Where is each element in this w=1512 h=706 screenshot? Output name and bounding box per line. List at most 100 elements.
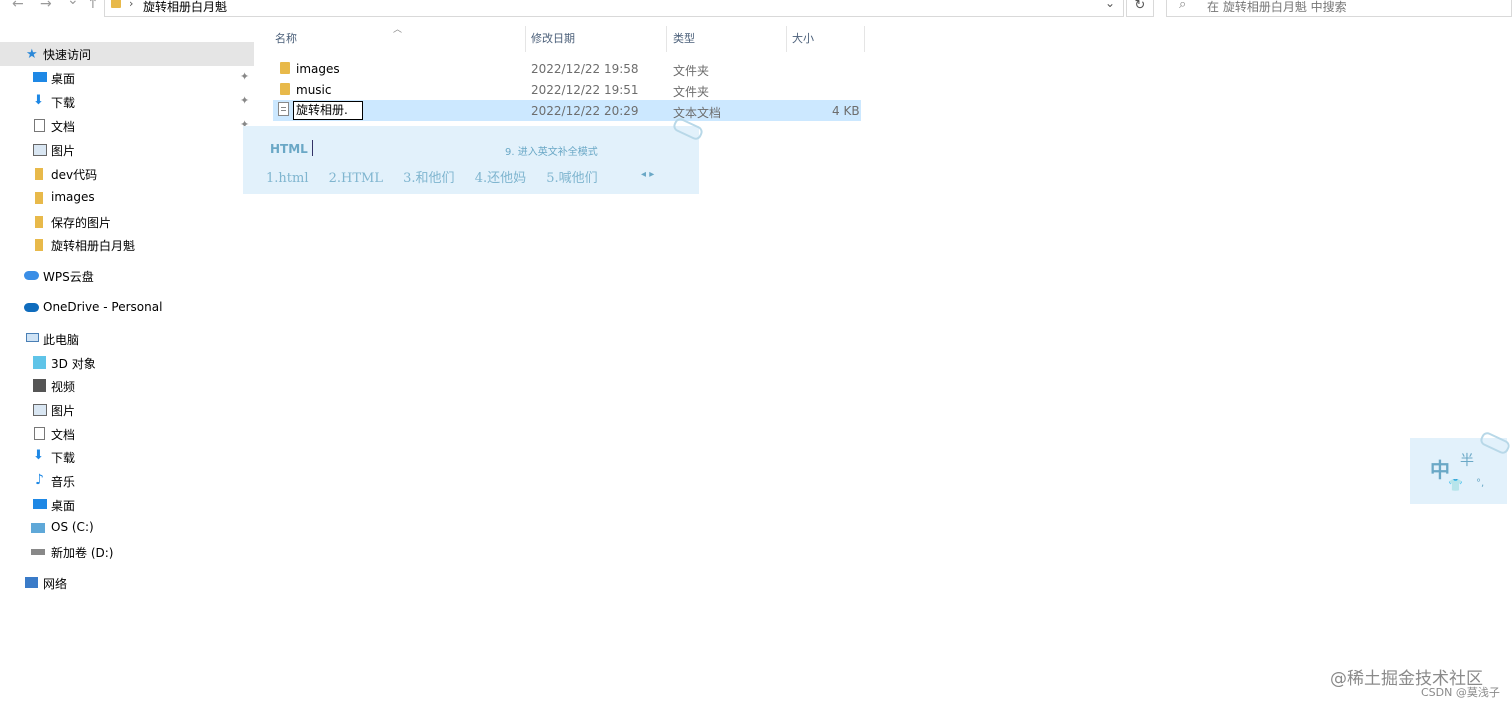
file-row-selected[interactable]: 旋转相册. 2022/12/22 20:29 文本文档 4 KB bbox=[273, 100, 861, 121]
ime-chinese-mode[interactable]: 中 bbox=[1430, 454, 1450, 483]
column-divider[interactable] bbox=[786, 26, 787, 52]
forward-button[interactable]: → bbox=[40, 0, 52, 12]
nav-music[interactable]: ♪ 音乐 bbox=[0, 469, 254, 493]
ime-skin-icon[interactable]: 👕 bbox=[1448, 478, 1463, 492]
nav-item-album[interactable]: 旋转相册白月魁 bbox=[0, 233, 254, 257]
nav-item-pictures[interactable]: 图片 bbox=[0, 138, 254, 162]
column-header-name[interactable]: 名称 bbox=[275, 30, 297, 46]
nav-3d-objects[interactable]: 3D 对象 bbox=[0, 351, 254, 375]
column-divider[interactable] bbox=[864, 26, 865, 52]
up-button[interactable]: ↑ bbox=[87, 0, 99, 12]
ime-page-arrows-icon[interactable]: ◂ ▸ bbox=[641, 169, 654, 180]
nav-item-label: 新加卷 (D:) bbox=[51, 546, 114, 560]
nav-downloads[interactable]: ⬇ 下载 bbox=[0, 445, 254, 469]
nav-documents[interactable]: 文档 bbox=[0, 422, 254, 446]
nav-item-label: dev代码 bbox=[51, 168, 98, 182]
documents-icon bbox=[34, 427, 45, 440]
file-size: 4 KB bbox=[832, 104, 860, 118]
column-header-type[interactable]: 类型 bbox=[673, 30, 695, 46]
nav-drive-d[interactable]: 新加卷 (D:) bbox=[0, 540, 254, 564]
documents-icon bbox=[34, 119, 45, 132]
drive-d-icon bbox=[31, 549, 45, 555]
file-name: images bbox=[296, 62, 340, 76]
nav-pictures[interactable]: 图片 bbox=[0, 398, 254, 422]
recent-locations-button[interactable]: ⌄ bbox=[67, 0, 79, 8]
search-icon: ⌕ bbox=[1179, 0, 1187, 12]
nav-item-label: 图片 bbox=[51, 144, 76, 158]
music-icon: ♪ bbox=[35, 472, 44, 488]
folder-icon bbox=[35, 216, 43, 228]
breadcrumb-separator[interactable]: › bbox=[129, 0, 133, 10]
file-date: 2022/12/22 19:58 bbox=[531, 62, 639, 76]
ime-hint: 9. 进入英文补全模式 bbox=[505, 147, 598, 158]
pictures-icon bbox=[33, 144, 47, 156]
nav-drive-c[interactable]: OS (C:) bbox=[0, 516, 254, 540]
nav-item-dev[interactable]: dev代码 bbox=[0, 162, 254, 186]
pin-icon: ✦ bbox=[240, 70, 250, 83]
nav-wps-label: WPS云盘 bbox=[43, 270, 94, 284]
ime-half-width[interactable]: 半 bbox=[1460, 450, 1474, 470]
nav-item-images[interactable]: images bbox=[0, 186, 254, 210]
column-header-date[interactable]: 修改日期 bbox=[531, 30, 575, 46]
nav-item-label: OS (C:) bbox=[51, 520, 94, 534]
download-icon: ⬇ bbox=[33, 448, 44, 463]
ime-candidate[interactable]: 3.和他们 bbox=[403, 171, 454, 186]
network-icon bbox=[25, 577, 38, 588]
nav-wps-cloud[interactable]: WPS云盘 bbox=[0, 264, 254, 288]
nav-item-downloads[interactable]: ⬇ 下载 ✦ bbox=[0, 90, 254, 114]
address-bar[interactable]: › 旋转相册白月魁 ⌄ bbox=[104, 0, 1124, 17]
3d-objects-icon bbox=[33, 356, 46, 369]
nav-item-saved-pictures[interactable]: 保存的图片 bbox=[0, 210, 254, 234]
ime-candidate[interactable]: 1.html bbox=[266, 171, 309, 186]
desktop-icon bbox=[33, 72, 47, 82]
back-button[interactable]: ← bbox=[12, 0, 24, 12]
folder-icon bbox=[35, 239, 43, 251]
star-icon: ★ bbox=[26, 47, 38, 62]
column-divider[interactable] bbox=[525, 26, 526, 52]
rename-input[interactable]: 旋转相册. bbox=[293, 101, 363, 120]
nav-network-label: 网络 bbox=[43, 577, 68, 591]
ime-candidate[interactable]: 2.HTML bbox=[329, 171, 383, 186]
nav-item-label: 文档 bbox=[51, 120, 76, 134]
file-date: 2022/12/22 20:29 bbox=[531, 104, 639, 118]
nav-this-pc[interactable]: 此电脑 bbox=[0, 327, 254, 351]
sort-indicator-icon: ︿ bbox=[393, 25, 403, 35]
nav-item-label: images bbox=[51, 190, 95, 204]
folder-icon bbox=[280, 83, 290, 95]
breadcrumb-current[interactable]: 旋转相册白月魁 bbox=[143, 0, 227, 15]
nav-item-label: 旋转相册白月魁 bbox=[51, 239, 136, 253]
nav-quick-access-label: 快速访问 bbox=[43, 48, 92, 62]
nav-item-documents[interactable]: 文档 ✦ bbox=[0, 114, 254, 138]
refresh-button[interactable]: ↻ bbox=[1126, 0, 1154, 17]
address-bar-row: ← → ⌄ ↑ › 旋转相册白月魁 ⌄ ↻ ⌕ 在 旋转相册白月魁 中搜索 bbox=[0, 0, 1512, 20]
nav-network[interactable]: 网络 bbox=[0, 571, 254, 595]
folder-icon bbox=[280, 62, 290, 74]
nav-item-label: 视频 bbox=[51, 380, 76, 394]
ime-candidate[interactable]: 5.喊他们 bbox=[546, 171, 597, 186]
download-icon: ⬇ bbox=[33, 93, 44, 108]
search-input[interactable]: ⌕ 在 旋转相册白月魁 中搜索 bbox=[1166, 0, 1512, 17]
nav-item-label: 桌面 bbox=[51, 72, 76, 86]
column-divider[interactable] bbox=[666, 26, 667, 52]
nav-onedrive-label: OneDrive - Personal bbox=[43, 300, 163, 314]
column-header-size[interactable]: 大小 bbox=[792, 30, 814, 46]
file-row[interactable]: music 2022/12/22 19:51 文件夹 bbox=[273, 79, 861, 100]
ime-candidate[interactable]: 4.还他妈 bbox=[475, 171, 526, 186]
nav-item-label: 音乐 bbox=[51, 475, 76, 489]
nav-videos[interactable]: 视频 bbox=[0, 374, 254, 398]
address-dropdown-button[interactable]: ⌄ bbox=[1105, 0, 1115, 10]
ime-status-bar[interactable]: 中 半 👕 °, bbox=[1410, 430, 1512, 504]
file-row[interactable]: images 2022/12/22 19:58 文件夹 bbox=[273, 58, 861, 79]
nav-onedrive[interactable]: OneDrive - Personal bbox=[0, 296, 254, 320]
nav-item-label: 文档 bbox=[51, 428, 76, 442]
ime-punctuation[interactable]: °, bbox=[1476, 478, 1484, 489]
nav-desktop[interactable]: 桌面 bbox=[0, 493, 254, 517]
cloud-icon bbox=[24, 271, 39, 280]
nav-item-desktop[interactable]: 桌面 ✦ bbox=[0, 66, 254, 90]
desktop-icon bbox=[33, 499, 47, 509]
nav-item-label: 下载 bbox=[51, 96, 76, 110]
nav-quick-access[interactable]: ★ 快速访问 bbox=[0, 42, 254, 66]
drive-c-icon bbox=[31, 523, 45, 533]
videos-icon bbox=[33, 379, 46, 392]
ime-candidate-window: HTML 9. 进入英文补全模式 1.html 2.HTML 3.和他们 4.还… bbox=[243, 116, 705, 194]
